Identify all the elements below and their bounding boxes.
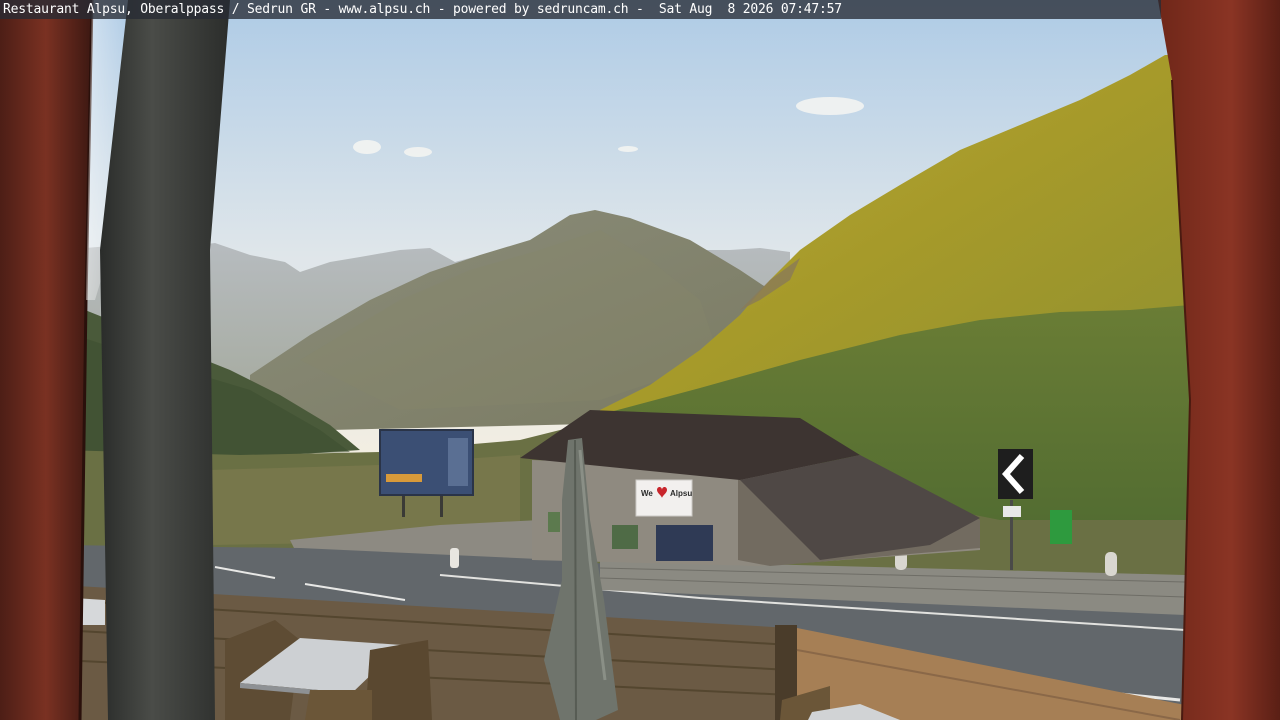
banner-text-brand: Alpsu <box>670 489 692 498</box>
banner-text-we: We <box>641 489 653 498</box>
webcam-caption: Restaurant Alpsu, Oberalppass / Sedrun G… <box>0 0 1161 19</box>
window-mullion <box>100 0 230 720</box>
window-frame-left <box>0 0 92 720</box>
green-bin <box>1050 510 1072 544</box>
alpsu-banner: We Alpsu <box>635 479 693 517</box>
webcam-scene: We Alpsu <box>0 0 1280 720</box>
